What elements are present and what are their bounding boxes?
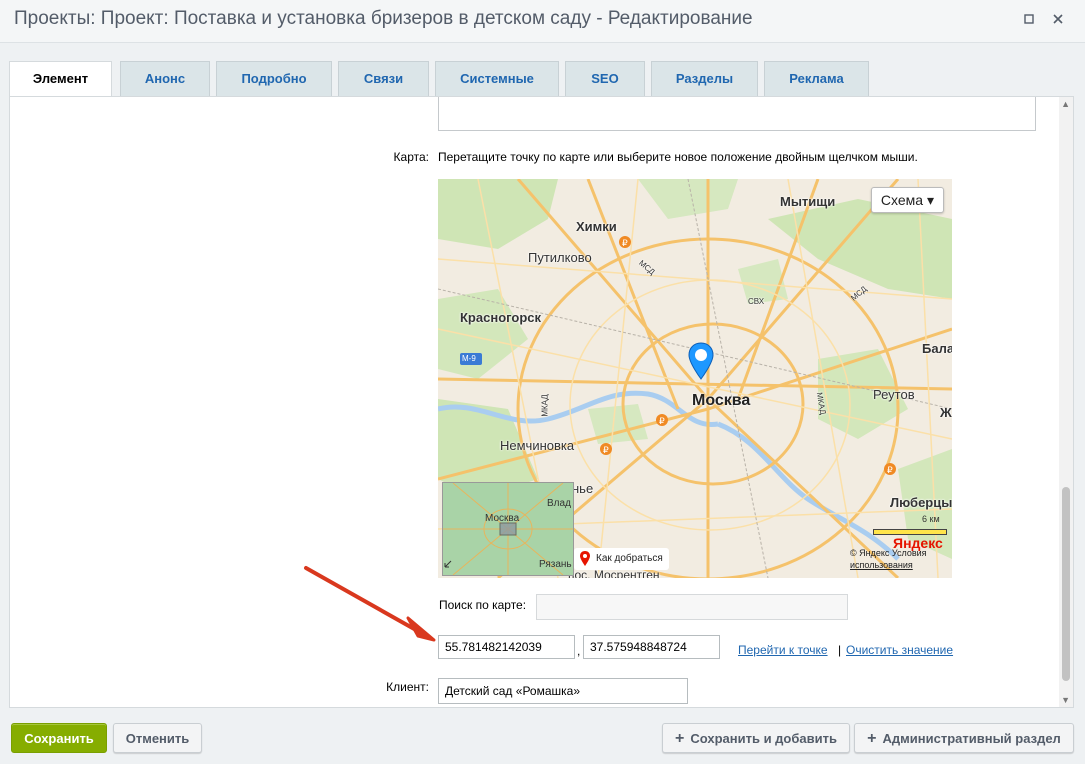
plus-icon: +	[675, 730, 685, 747]
scroll-thumb[interactable]	[1062, 487, 1070, 681]
close-icon[interactable]	[1050, 12, 1066, 28]
plus-icon: +	[867, 730, 877, 747]
window-title: Проекты: Проект: Поставка и установка бр…	[14, 8, 753, 29]
tab-sistemnye[interactable]: Системные	[435, 61, 559, 96]
save-and-add-button[interactable]: + Сохранить и добавить	[662, 723, 850, 753]
form-content: Карта: Перетащите точку по карте или выб…	[9, 96, 1074, 708]
map-label-mkad-left: МКАД	[540, 394, 550, 417]
route-button[interactable]: Как добраться	[574, 548, 669, 570]
admin-section-button[interactable]: + Административный раздел	[854, 723, 1074, 753]
map-minimap[interactable]: Москва Влад Рязань	[442, 482, 574, 576]
map-label-mytishchi: Мытищи	[780, 194, 836, 209]
map-label: Карта:	[393, 150, 429, 164]
svg-text:₽: ₽	[659, 416, 665, 426]
client-input[interactable]	[438, 678, 688, 704]
content-scrollbar[interactable]: ▲ ▼	[1059, 97, 1073, 707]
minimap-label-ryazan: Рязань	[539, 559, 572, 570]
route-button-label: Как добраться	[596, 553, 663, 564]
coords-separator: ,	[577, 644, 581, 658]
scroll-up-arrow-icon[interactable]: ▲	[1061, 99, 1070, 109]
minimap-label-vlad: Влад	[547, 498, 571, 509]
tab-podrobno[interactable]: Подробно	[216, 61, 332, 96]
footer-bar: Сохранить Отменить + Сохранить и добавить…	[0, 708, 1085, 764]
map-label-krasnogorsk: Красногорск	[460, 310, 541, 325]
title-bar: Проекты: Проект: Поставка и установка бр…	[0, 0, 1085, 43]
annotation-arrow-icon	[298, 560, 438, 645]
cancel-button[interactable]: Отменить	[113, 723, 202, 753]
map-label-m9: М-9	[462, 354, 476, 363]
client-label: Клиент:	[386, 680, 429, 694]
scroll-down-arrow-icon[interactable]: ▼	[1061, 695, 1070, 705]
svg-text:₽: ₽	[603, 445, 609, 455]
links-divider: |	[838, 643, 842, 657]
map-label-svh: СВХ	[748, 297, 765, 306]
save-button[interactable]: Сохранить	[11, 723, 107, 753]
map-copyright-text: © Яндекс Условия	[850, 548, 927, 558]
map-search-input[interactable]	[536, 594, 848, 620]
tab-element[interactable]: Элемент	[9, 61, 112, 98]
map-label-nye: нье	[572, 481, 594, 496]
map-label-lyubertsy: Люберцы	[890, 495, 952, 510]
map-label-bala: Бала	[922, 341, 952, 356]
clear-value-link[interactable]: Очистить значение	[846, 643, 953, 657]
minimap-label-moskva: Москва	[485, 513, 520, 524]
longitude-input[interactable]	[583, 635, 720, 659]
map-label-zh: Ж	[940, 405, 952, 420]
svg-text:₽: ₽	[887, 465, 893, 475]
yandex-map[interactable]: ₽ ₽ ₽ ₽ Химки Мытищи Путилково Красногор…	[438, 179, 952, 578]
tab-reklama[interactable]: Реклама	[764, 61, 869, 96]
map-copyright: © Яндекс Условия использования	[850, 547, 927, 571]
map-label-nemchinovka: Немчиновка	[500, 438, 575, 453]
map-label-putilkovo: Путилково	[528, 250, 592, 265]
tab-svyazi[interactable]: Связи	[338, 61, 429, 96]
map-terms-link[interactable]: использования	[850, 560, 913, 570]
svg-text:₽: ₽	[622, 238, 628, 248]
goto-point-link[interactable]: Перейти к точке	[738, 643, 828, 657]
map-label-khimki: Химки	[576, 219, 617, 234]
map-hint: Перетащите точку по карте или выберите н…	[438, 150, 918, 164]
admin-section-label: Административный раздел	[882, 731, 1061, 746]
map-label-reutov: Реутов	[873, 387, 915, 402]
latitude-input[interactable]	[438, 635, 575, 659]
save-and-add-label: Сохранить и добавить	[690, 731, 837, 746]
maximize-icon[interactable]	[1021, 12, 1037, 28]
map-scale-label: 6 км	[922, 514, 940, 524]
tab-anons[interactable]: Анонс	[120, 61, 210, 96]
previous-textarea[interactable]	[438, 97, 1036, 131]
tab-razdely[interactable]: Разделы	[651, 61, 758, 96]
map-type-dropdown[interactable]: Схема ▾	[870, 187, 944, 213]
map-label-moskva: Москва	[692, 392, 751, 409]
tab-seo[interactable]: SEO	[565, 61, 645, 96]
